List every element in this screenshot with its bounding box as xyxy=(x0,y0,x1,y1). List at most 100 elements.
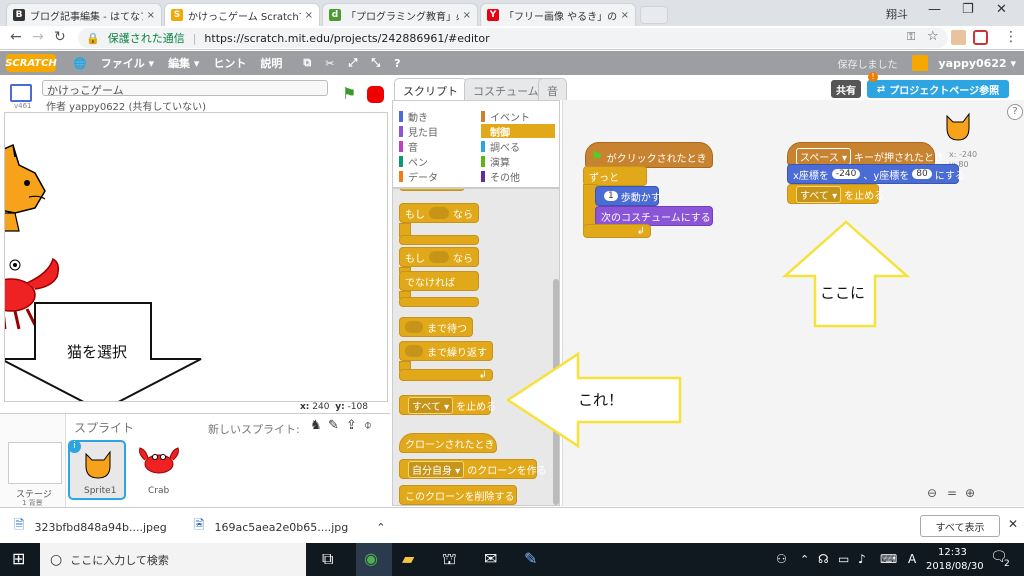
block-if-then[interactable]: もし なら xyxy=(399,203,479,223)
upload-icon[interactable]: ⇪ xyxy=(346,418,357,433)
category-sensing[interactable]: 調べる xyxy=(481,139,520,154)
block-repeat-until[interactable]: まで繰り返す xyxy=(399,341,493,361)
block-wait-until[interactable]: まで待つ xyxy=(399,317,473,337)
category-sound[interactable]: 音 xyxy=(399,139,418,154)
category-looks[interactable]: 見た目 xyxy=(399,124,438,139)
browser-tab-scratch[interactable]: S かけっこゲーム Scratchで作成 × xyxy=(164,3,320,26)
menu-file[interactable]: ファイル ▾ xyxy=(101,55,154,71)
choose-sprite-icon[interactable]: ♞ xyxy=(310,418,322,433)
info-icon[interactable]: i xyxy=(68,440,81,453)
download-item[interactable]: 🗎 169ac5aea2e0b65....jpg ⌃ xyxy=(194,516,385,538)
extension-avatar-icon[interactable] xyxy=(951,30,966,45)
stage-thumbnail[interactable] xyxy=(8,442,62,484)
browser-tab-dmenu[interactable]: d 「プログラミング教育」必修化 × xyxy=(322,3,478,26)
clock-time[interactable]: 12:33 xyxy=(938,547,967,558)
block-when-cloned[interactable]: クローンされたとき xyxy=(399,433,497,453)
store-icon[interactable]: ⛫ xyxy=(442,549,457,570)
restore-icon[interactable]: ❐ xyxy=(962,2,974,17)
block-stop-all[interactable]: すべて ▾ を止める xyxy=(787,184,884,204)
close-icon[interactable]: × xyxy=(147,10,155,21)
sprite-thumb-sprite1[interactable]: i Sprite1 xyxy=(68,440,126,500)
file-explorer-icon[interactable]: ▰ xyxy=(402,549,414,568)
reload-icon[interactable]: ↻ xyxy=(54,29,66,45)
minimize-icon[interactable]: — xyxy=(928,2,941,17)
category-data[interactable]: データ xyxy=(399,169,438,184)
category-operators[interactable]: 演算 xyxy=(481,154,510,169)
bookmark-star-icon[interactable]: ☆ xyxy=(927,29,939,44)
sprite-thumb-crab[interactable]: Crab xyxy=(130,440,188,500)
paint-brush-icon[interactable]: ✎ xyxy=(328,418,339,433)
block-partial[interactable] xyxy=(399,189,465,191)
ime-icon[interactable]: A xyxy=(908,552,916,566)
key-icon[interactable]: ⚿ xyxy=(907,30,915,44)
chrome-icon[interactable]: ◉ xyxy=(364,549,378,568)
shrink-icon[interactable]: ⤡ xyxy=(371,56,380,70)
zoom-in-icon[interactable]: ⊕ xyxy=(965,486,975,500)
stop-sign-icon[interactable] xyxy=(367,86,384,103)
menu-kebab-icon[interactable]: ⋮ xyxy=(1004,29,1018,45)
extension-shield-icon[interactable] xyxy=(973,30,988,45)
category-events[interactable]: イベント xyxy=(481,109,530,124)
block-forever[interactable]: ずっと xyxy=(583,166,647,186)
zoom-out-icon[interactable]: ⊖ xyxy=(927,486,937,500)
globe-icon[interactable]: 🌐 xyxy=(73,57,87,70)
block-go-to-xy[interactable]: x座標を -240 、y座標を 80 にする xyxy=(787,164,965,184)
close-icon[interactable]: × xyxy=(621,10,629,21)
cut-icon[interactable]: ✂ xyxy=(325,57,334,70)
zoom-reset-icon[interactable]: = xyxy=(947,486,957,500)
close-window-icon[interactable]: ✕ xyxy=(996,2,1007,17)
omnibox[interactable]: 🔒 保護された通信 | https://scratch.mit.edu/proj… xyxy=(78,28,948,48)
download-item[interactable]: 🗎 323bfbd848a94b....jpeg ⌃ xyxy=(14,516,204,538)
tab-sounds[interactable]: 音 xyxy=(538,78,567,100)
category-pen[interactable]: ペン xyxy=(399,154,428,169)
block-stop-all[interactable]: すべて ▾ を止める xyxy=(399,395,496,415)
menu-about[interactable]: 説明 xyxy=(260,55,282,71)
keyboard-icon[interactable]: ⌨ xyxy=(880,552,897,566)
browser-user-name[interactable]: 翔斗 xyxy=(886,6,908,22)
cat-sprite-icon[interactable] xyxy=(5,143,46,232)
scratch-logo[interactable]: SCRATCH xyxy=(5,54,57,72)
stage[interactable]: 猫を選択 xyxy=(4,112,388,402)
duplicate-icon[interactable]: ⧉ xyxy=(303,56,311,70)
block-if-else[interactable]: もし なら xyxy=(399,247,479,267)
help-question-icon[interactable]: ? xyxy=(394,57,400,70)
tray-up-icon[interactable]: ⌃ xyxy=(800,553,809,566)
close-icon[interactable]: ✕ xyxy=(1008,517,1018,531)
green-flag-icon[interactable]: ⚑ xyxy=(342,84,356,103)
browser-tab-yahoo[interactable]: Y 「フリー画像 やるき」の検索結果 × xyxy=(480,3,636,26)
help-icon[interactable]: ? xyxy=(1007,104,1023,120)
new-tab-button[interactable] xyxy=(640,6,668,24)
battery-icon[interactable]: ▭ xyxy=(838,552,849,566)
tab-costumes[interactable]: コスチューム xyxy=(464,78,548,100)
mail-icon[interactable]: ✉ xyxy=(484,549,497,568)
see-project-page-button[interactable]: ⇄ プロジェクトページ参照 xyxy=(867,80,1009,98)
clock-date[interactable]: 2018/08/30 xyxy=(926,561,984,572)
fullscreen-icon[interactable] xyxy=(10,84,32,102)
block-when-key-pressed[interactable]: スペース ▾ キーが押されたとき xyxy=(787,142,944,166)
block-delete-clone[interactable]: このクローンを削除する xyxy=(399,485,517,505)
block-move-steps[interactable]: 1 歩動かす xyxy=(595,186,661,206)
project-title-input[interactable]: かけっこゲーム xyxy=(42,80,328,97)
chevron-up-icon[interactable]: ⌃ xyxy=(376,521,385,534)
grow-icon[interactable]: ⤢ xyxy=(349,56,358,70)
network-icon[interactable]: ☊ xyxy=(818,552,829,566)
volume-icon[interactable]: ♪ xyxy=(858,552,866,566)
show-all-downloads-button[interactable]: すべて表示 xyxy=(920,515,1000,537)
people-icon[interactable]: ⚇ xyxy=(776,552,787,566)
browser-tab-hatena[interactable]: B ブログ記事編集 - はてなブログ × xyxy=(6,3,162,26)
menu-tips[interactable]: ヒント xyxy=(213,55,246,71)
close-icon[interactable]: × xyxy=(305,10,313,21)
menu-edit[interactable]: 編集 ▾ xyxy=(168,55,199,71)
block-create-clone[interactable]: 自分自身 ▾ のクローンを作る xyxy=(399,459,547,479)
task-view-icon[interactable]: ⧉ xyxy=(322,549,333,569)
close-icon[interactable]: × xyxy=(463,10,471,21)
camera-icon[interactable]: ⌽ xyxy=(364,418,372,433)
back-arrow-icon[interactable]: ← xyxy=(10,29,22,45)
category-motion[interactable]: 動き xyxy=(399,109,428,124)
user-avatar[interactable] xyxy=(911,55,928,71)
share-button[interactable]: 共有 xyxy=(831,80,861,98)
block-when-flag-clicked[interactable]: ⚑ がクリックされたとき xyxy=(585,142,713,168)
windows-start-icon[interactable]: ⊞ xyxy=(12,549,25,568)
category-more[interactable]: その他 xyxy=(481,169,520,184)
forward-arrow-icon[interactable]: → xyxy=(32,29,44,45)
